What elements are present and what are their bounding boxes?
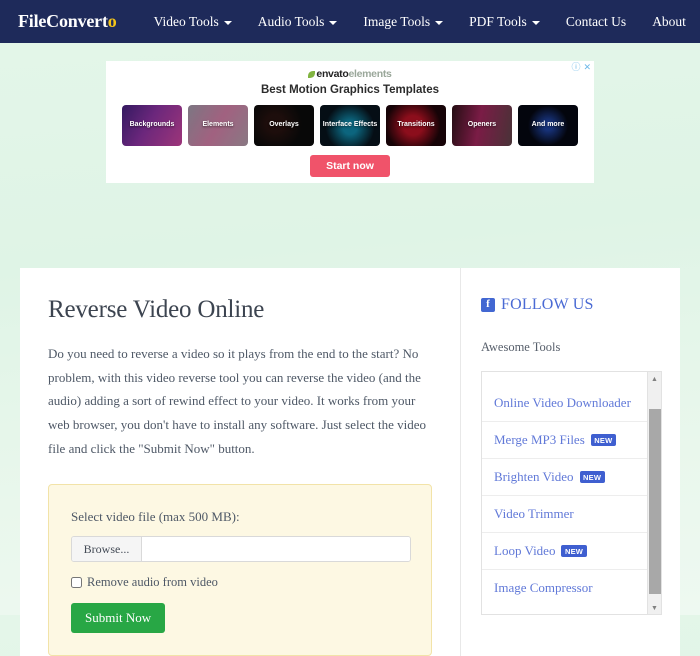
ad-tile[interactable]: Interface Effects — [320, 105, 380, 146]
list-item[interactable]: Online Video Downloader — [482, 385, 647, 421]
nav-label: PDF Tools — [469, 14, 527, 30]
remove-audio-row: Remove audio from video — [71, 575, 409, 590]
facebook-icon[interactable]: f — [481, 298, 495, 312]
page-title: Reverse Video Online — [48, 296, 432, 324]
logo-text-accent: o — [108, 11, 117, 31]
logo-text-main: FileConvert — [18, 11, 108, 31]
ad-tile[interactable]: And more — [518, 105, 578, 146]
tool-label: Brighten Video — [494, 469, 574, 485]
new-badge: NEW — [591, 434, 616, 446]
awesome-tools-heading: Awesome Tools — [481, 340, 662, 355]
info-icon[interactable]: ⓘ — [571, 63, 580, 72]
tool-label: Video Trimmer — [494, 506, 574, 522]
chevron-down-icon — [224, 21, 232, 25]
new-badge: NEW — [561, 545, 586, 557]
page-description: Do you need to reverse a video so it pla… — [48, 342, 432, 460]
start-now-button[interactable]: Start now — [310, 155, 390, 177]
remove-audio-label[interactable]: Remove audio from video — [87, 575, 218, 590]
file-input-label: Select video file (max 500 MB): — [71, 509, 409, 525]
ad-headline: Best Motion Graphics Templates — [106, 84, 594, 96]
nav-item-about[interactable]: About — [639, 14, 699, 30]
close-icon[interactable]: ✕ — [583, 63, 591, 72]
list-item[interactable]: Video Trimmer — [482, 495, 647, 532]
ad-tile[interactable]: Overlays — [254, 105, 314, 146]
file-name-input[interactable] — [142, 537, 410, 561]
ad-controls: ⓘ ✕ — [571, 63, 591, 72]
list-item[interactable]: Merge MP3 Files NEW — [482, 421, 647, 458]
sidebar: f FOLLOW US Awesome Tools Online Video D… — [460, 268, 680, 656]
nav-item-video-tools[interactable]: Video Tools — [141, 14, 245, 30]
main-column: Reverse Video Online Do you need to reve… — [20, 268, 460, 656]
list-item[interactable]: Image Compressor — [482, 569, 647, 606]
ad-tile-label: Interface Effects — [321, 121, 379, 129]
browse-button[interactable]: Browse... — [72, 537, 142, 561]
list-item[interactable]: Brighten Video NEW — [482, 458, 647, 495]
chevron-up-icon[interactable]: ▲ — [648, 372, 661, 385]
scrollbar-thumb[interactable] — [649, 409, 661, 594]
tools-scrollbar[interactable]: ▲ ▼ — [647, 372, 661, 614]
ad-banner[interactable]: ⓘ ✕ envatoelements Best Motion Graphics … — [106, 61, 594, 183]
chevron-down-icon[interactable]: ▼ — [648, 601, 661, 614]
tools-scroll-content: Online Video Downloader Merge MP3 Files … — [482, 372, 647, 614]
ad-tile[interactable]: Elements — [188, 105, 248, 146]
ad-tile-label: And more — [530, 121, 567, 129]
chevron-down-icon — [532, 21, 540, 25]
chevron-down-icon — [329, 21, 337, 25]
chevron-down-icon — [435, 21, 443, 25]
main-navbar: FileConverto Video Tools Audio Tools Ima… — [0, 0, 700, 43]
submit-now-button[interactable]: Submit Now — [71, 603, 165, 633]
leaf-icon — [308, 71, 315, 78]
nav-item-contact-us[interactable]: Contact Us — [553, 14, 639, 30]
nav-label: Audio Tools — [258, 14, 325, 30]
tool-label: Loop Video — [494, 543, 555, 559]
nav-label: Contact Us — [566, 14, 626, 30]
nav-label: About — [652, 14, 686, 30]
ad-tile[interactable]: Transitions — [386, 105, 446, 146]
ad-tiles: Backgrounds Elements Overlays Interface … — [106, 105, 594, 146]
nav-item-image-tools[interactable]: Image Tools — [350, 14, 456, 30]
ad-tile-label: Overlays — [267, 121, 301, 129]
new-badge: NEW — [580, 471, 605, 483]
ad-tile-label: Backgrounds — [128, 121, 177, 129]
ad-cta-row: Start now — [106, 155, 594, 177]
upload-form: Select video file (max 500 MB): Browse..… — [48, 484, 432, 656]
tool-label: Online Video Downloader — [494, 395, 631, 411]
follow-us-label[interactable]: FOLLOW US — [501, 296, 594, 314]
follow-us-block[interactable]: f FOLLOW US — [481, 296, 662, 314]
site-logo[interactable]: FileConverto — [18, 11, 117, 32]
awesome-tools-list: Online Video Downloader Merge MP3 Files … — [481, 371, 662, 615]
list-item[interactable]: Loop Video NEW — [482, 532, 647, 569]
tool-label: Merge MP3 Files — [494, 432, 585, 448]
nav-item-audio-tools[interactable]: Audio Tools — [245, 14, 351, 30]
file-input-row[interactable]: Browse... — [71, 536, 411, 562]
ad-tile[interactable]: Openers — [452, 105, 512, 146]
remove-audio-checkbox[interactable] — [71, 577, 82, 588]
nav-items: Video Tools Audio Tools Image Tools PDF … — [141, 14, 699, 30]
nav-label: Image Tools — [363, 14, 430, 30]
ad-tile[interactable]: Backgrounds — [122, 105, 182, 146]
nav-label: Video Tools — [154, 14, 219, 30]
nav-item-pdf-tools[interactable]: PDF Tools — [456, 14, 553, 30]
tool-label: Image Compressor — [494, 580, 593, 596]
ad-tile-label: Transitions — [395, 121, 436, 129]
ad-region: ⓘ ✕ envatoelements Best Motion Graphics … — [0, 43, 700, 183]
ad-tile-label: Elements — [200, 121, 235, 129]
advertiser-name-primary: envato — [316, 68, 348, 80]
ad-advertiser-logo: envatoelements — [106, 68, 594, 80]
ad-tile-label: Openers — [466, 121, 498, 129]
advertiser-name-secondary: elements — [348, 68, 391, 80]
content-card: Reverse Video Online Do you need to reve… — [20, 268, 680, 656]
